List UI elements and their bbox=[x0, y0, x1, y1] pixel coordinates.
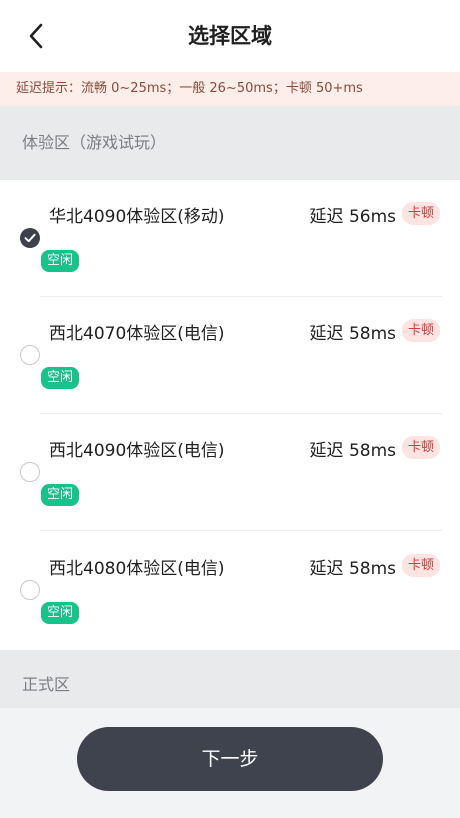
next-step-button[interactable]: 下一步 bbox=[77, 727, 383, 791]
unselected-radio[interactable] bbox=[20, 462, 40, 482]
server-name: 华北4090体验区(移动) bbox=[49, 207, 225, 227]
server-item[interactable]: 西北4080体验区(电信) 延迟 58ms 卡顿 空闲 bbox=[0, 532, 460, 649]
page-title: 选择区域 bbox=[188, 24, 272, 48]
latency-value: 延迟 58ms bbox=[309, 441, 396, 461]
selected-radio[interactable] bbox=[20, 228, 40, 248]
status-badge: 空闲 bbox=[41, 484, 79, 506]
divider bbox=[40, 530, 442, 531]
latency-value: 延迟 56ms bbox=[309, 207, 396, 227]
unselected-radio[interactable] bbox=[20, 345, 40, 365]
lag-badge: 卡顿 bbox=[402, 319, 440, 342]
status-badge: 空闲 bbox=[41, 250, 79, 272]
status-badge: 空闲 bbox=[41, 602, 79, 624]
latency-value: 延迟 58ms bbox=[309, 324, 396, 344]
lag-badge: 卡顿 bbox=[402, 202, 440, 225]
status-badge: 空闲 bbox=[41, 367, 79, 389]
server-item[interactable]: 华北4090体验区(移动) 延迟 56ms 卡顿 空闲 bbox=[0, 180, 460, 297]
lag-badge: 卡顿 bbox=[402, 554, 440, 577]
unselected-radio[interactable] bbox=[20, 580, 40, 600]
latency-tip-banner: 延迟提示：流畅 0~25ms；一般 26~50ms；卡顿 50+ms bbox=[0, 72, 460, 106]
header-bar: 选择区域 bbox=[0, 0, 460, 72]
server-name: 西北4080体验区(电信) bbox=[49, 559, 225, 579]
server-name: 西北4070体验区(电信) bbox=[49, 324, 225, 344]
latency-value: 延迟 58ms bbox=[309, 559, 396, 579]
server-item[interactable]: 西北4090体验区(电信) 延迟 58ms 卡顿 空闲 bbox=[0, 414, 460, 531]
section-header-trial: 体验区（游戏试玩） bbox=[0, 106, 460, 180]
lag-badge: 卡顿 bbox=[402, 436, 440, 459]
server-item[interactable]: 西北4070体验区(电信) 延迟 58ms 卡顿 空闲 bbox=[0, 297, 460, 414]
section-header-formal: 正式区 bbox=[0, 650, 460, 708]
checkmark-icon bbox=[24, 233, 36, 243]
server-name: 西北4090体验区(电信) bbox=[49, 441, 225, 461]
server-list: 华北4090体验区(移动) 延迟 56ms 卡顿 空闲 西北4070体验区(电信… bbox=[0, 180, 460, 650]
